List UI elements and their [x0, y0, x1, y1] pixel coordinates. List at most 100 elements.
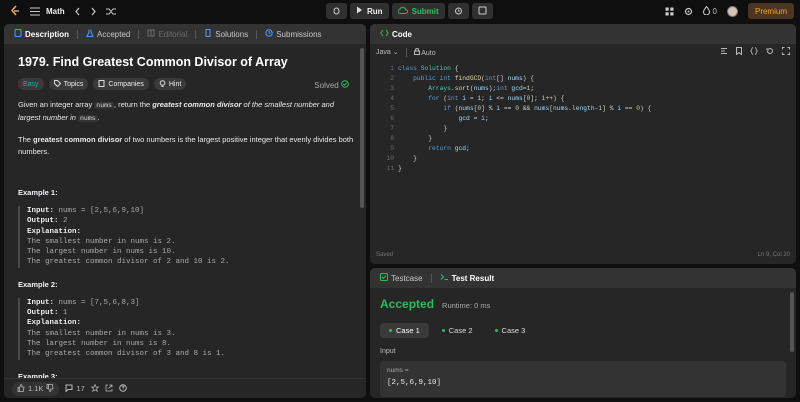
document-icon — [14, 29, 22, 39]
streak-counter[interactable]: 0 — [702, 5, 717, 17]
problem-description: 1979. Find Greatest Common Divisor of Ar… — [4, 44, 366, 381]
code-editor[interactable]: 1 2 3 4 5 6 7 8 9 10 11 class Solution {… — [370, 64, 796, 254]
case-label: Case 2 — [448, 326, 473, 335]
input-variable: nums = — [387, 367, 409, 374]
streak-count: 0 — [712, 6, 717, 16]
explanation-label: Explanation: — [27, 319, 82, 328]
reset-icon[interactable] — [766, 47, 774, 57]
input-label: Input: — [27, 207, 55, 215]
statement-emphasis: greatest common divisor — [152, 100, 242, 109]
problem-title[interactable]: 1979. Find Greatest Common Divisor of Ar… — [18, 55, 357, 69]
gcd-definition: The greatest common divisor of two numbe… — [18, 134, 357, 158]
input-value: nums = [7,5,6,8,3] — [54, 298, 140, 307]
tab-test-result[interactable]: Test Result — [437, 273, 498, 283]
submit-button[interactable]: Submit — [391, 3, 445, 19]
toolbar-divider — [405, 47, 407, 57]
example-2-title: Example 2: — [18, 279, 58, 289]
bookmark-icon[interactable] — [736, 47, 742, 57]
braces-icon[interactable] — [749, 47, 759, 57]
case-tab-1[interactable]: Case 1 — [380, 323, 429, 338]
line-number: 1 — [390, 65, 394, 72]
building-icon — [98, 79, 105, 89]
terminal-icon — [440, 273, 449, 283]
autosave-indicator[interactable]: Auto — [413, 47, 436, 57]
line-number: 9 — [390, 145, 394, 152]
result-summary: Accepted Runtime: 0 ms — [380, 297, 786, 311]
code-line: } — [398, 125, 448, 132]
tab-divider — [256, 29, 258, 39]
tab-testcase-label: Testcase — [391, 273, 423, 283]
help-icon[interactable] — [118, 383, 127, 394]
top-bar: Math Run Submit 0 Premium — [0, 0, 800, 22]
statement-text: Given an integer array — [18, 100, 95, 109]
next-problem-icon[interactable] — [90, 7, 97, 16]
tab-submissions[interactable]: Submissions — [262, 29, 324, 39]
example-2-block: Input: nums = [7,5,6,8,3] Output: 1 Expl… — [18, 297, 357, 360]
statement-text: , return the — [113, 100, 153, 109]
line-number: 3 — [390, 85, 394, 92]
tab-divider — [430, 273, 432, 283]
thumbs-down-icon[interactable] — [46, 383, 54, 394]
layout-grid-icon[interactable] — [665, 7, 674, 16]
check-circle-icon — [341, 80, 349, 90]
description-panel: Description Accepted Editorial Solutions… — [4, 24, 366, 398]
tab-test-result-label: Test Result — [451, 273, 495, 283]
premium-button[interactable]: Premium — [747, 3, 794, 19]
debug-button[interactable] — [326, 3, 347, 19]
book-icon — [147, 29, 155, 39]
difficulty-badge: Easy — [18, 78, 44, 90]
result-tabs: Testcase Test Result — [370, 268, 796, 288]
companies-tag[interactable]: Companies — [93, 78, 149, 90]
tab-description[interactable]: Description — [11, 29, 72, 39]
star-icon[interactable] — [90, 383, 100, 394]
case-tab-3[interactable]: Case 3 — [486, 323, 535, 338]
format-icon[interactable] — [720, 47, 728, 57]
settings-gear-icon[interactable] — [684, 7, 693, 16]
shuffle-icon[interactable] — [105, 7, 116, 16]
statement-text: . — [97, 113, 100, 122]
run-button[interactable]: Run — [350, 3, 389, 19]
explanation-label: Explanation: — [27, 227, 82, 236]
input-label: Input: — [27, 298, 55, 307]
description-scrollbar[interactable] — [360, 48, 364, 208]
editor-toolbar: Java ⌄ Auto — [370, 44, 796, 60]
line-number: 6 — [390, 115, 394, 122]
tab-accepted[interactable]: Accepted — [83, 29, 133, 39]
case-label: Case 1 — [396, 326, 420, 335]
problem-list-title[interactable]: Math — [46, 7, 65, 16]
language-select[interactable]: Java ⌄ — [376, 48, 399, 56]
timer-button[interactable] — [447, 3, 469, 19]
output-value: 1 — [58, 309, 68, 318]
tab-editorial[interactable]: Editorial — [144, 29, 190, 39]
user-avatar[interactable] — [726, 5, 738, 17]
tab-testcase[interactable]: Testcase — [377, 273, 426, 283]
problem-list-icon[interactable] — [30, 6, 40, 16]
leetcode-logo-icon[interactable] — [9, 5, 21, 17]
comments-button[interactable]: 17 — [65, 384, 85, 394]
history-icon — [265, 29, 273, 39]
line-number: 2 — [390, 75, 394, 82]
line-number: 8 — [390, 135, 394, 142]
code-line: } — [398, 155, 417, 162]
hint-tag[interactable]: Hint — [153, 78, 187, 90]
runtime-text: Runtime: 0 ms — [442, 301, 491, 310]
share-icon[interactable] — [105, 384, 113, 394]
case-tab-2[interactable]: Case 2 — [433, 323, 482, 338]
input-box: nums = [2,5,6,9,10] — [380, 361, 786, 397]
prev-problem-icon[interactable] — [74, 7, 81, 16]
result-scrollbar[interactable] — [790, 292, 794, 352]
notes-button[interactable] — [471, 3, 493, 19]
input-value: nums = [2,5,6,9,10] — [54, 207, 145, 215]
explanation-line: The smallest number in nums is 3. — [27, 329, 176, 338]
line-number: 10 — [386, 155, 394, 162]
topics-tag[interactable]: Topics — [48, 78, 89, 90]
fullscreen-icon[interactable] — [782, 47, 790, 57]
tab-solutions[interactable]: Solutions — [201, 29, 251, 39]
tab-code[interactable]: Code — [377, 29, 415, 39]
like-button[interactable]: 1.1K — [12, 381, 60, 396]
tab-divider — [77, 29, 79, 39]
solved-status: Solved — [314, 80, 349, 90]
tab-divider — [138, 29, 140, 39]
pass-dot — [441, 329, 445, 332]
language-label: Java — [376, 49, 391, 56]
